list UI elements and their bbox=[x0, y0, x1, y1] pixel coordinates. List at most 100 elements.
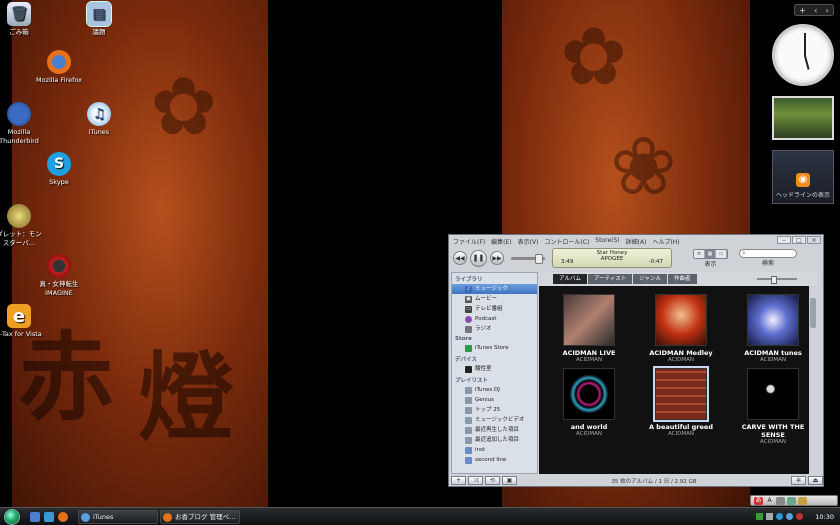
shuffle-button[interactable]: ⤨ bbox=[468, 476, 483, 485]
playlist-music-videos[interactable]: ミュージックビデオ bbox=[452, 415, 537, 425]
list-view-button[interactable]: ≡ bbox=[694, 249, 705, 258]
pause-button[interactable]: ❚❚ bbox=[470, 249, 487, 267]
volume-slider[interactable] bbox=[511, 253, 545, 264]
view-label: 表示 bbox=[704, 260, 717, 268]
desktop-icon-skype[interactable]: S Skype bbox=[34, 152, 84, 187]
source-podcast[interactable]: Podcast bbox=[452, 314, 537, 324]
next-gadget-icon[interactable]: › bbox=[826, 6, 829, 15]
desktop-icon-thunderbird[interactable]: Mozilla Thunderbird bbox=[0, 102, 44, 146]
menu-advanced[interactable]: 詳細(A) bbox=[626, 237, 647, 246]
playlist-recently-played[interactable]: 最近再生した項目 bbox=[452, 425, 537, 435]
taskbar-button-browser[interactable]: お香ブログ 管理ペ… bbox=[160, 510, 240, 524]
game-icon bbox=[7, 204, 31, 228]
source-radio[interactable]: ラジオ bbox=[452, 324, 537, 334]
tab-composers[interactable]: 作曲者 bbox=[668, 274, 697, 284]
menu-store[interactable]: Store(S) bbox=[595, 237, 619, 244]
playlist-top-25[interactable]: トップ 25 bbox=[452, 405, 537, 415]
tab-genres[interactable]: ジャンル bbox=[633, 274, 668, 284]
menu-view[interactable]: 表示(V) bbox=[518, 237, 539, 246]
taskbar-button-itunes[interactable]: iTunes bbox=[78, 510, 158, 524]
ime-icon[interactable]: あ bbox=[754, 496, 763, 505]
search-input[interactable] bbox=[739, 249, 797, 258]
sidebar-controls[interactable]: + ‹ › bbox=[794, 4, 834, 16]
rss-icon: ◉ bbox=[796, 173, 810, 187]
desktop-icon-recycle-bin[interactable]: 🗑 ごみ箱 bbox=[0, 2, 44, 37]
security-tray-icon[interactable] bbox=[796, 513, 803, 520]
album-item[interactable]: ACIDMAN tunes ACIDMAN bbox=[733, 294, 813, 364]
desktop-icon-game[interactable]: ダレット：モンスターバ… bbox=[0, 204, 44, 248]
album-item[interactable]: CARVE WITH THE SENSE ACIDMAN bbox=[733, 368, 813, 446]
tool-icon[interactable] bbox=[776, 496, 785, 505]
playlist-label: second line bbox=[475, 457, 507, 463]
album-item[interactable]: ACIDMAN Medley ACIDMAN bbox=[641, 294, 721, 364]
album-grid: ACIDMAN LIVE ACIDMAN ACIDMAN Medley ACID… bbox=[539, 286, 817, 446]
show-desktop-icon[interactable] bbox=[30, 512, 40, 522]
thunderbird-icon bbox=[7, 102, 31, 126]
clock-time[interactable]: 10:30 bbox=[815, 513, 834, 521]
artwork-toggle-button[interactable]: ▣ bbox=[502, 476, 517, 485]
volume-icon[interactable] bbox=[766, 513, 773, 520]
menu-controls[interactable]: コントロール(C) bbox=[544, 237, 589, 246]
maximize-button[interactable]: □ bbox=[792, 236, 806, 244]
repeat-button[interactable]: ⟲ bbox=[485, 476, 500, 485]
skype-tray-icon[interactable] bbox=[776, 513, 783, 520]
network-icon[interactable] bbox=[756, 513, 763, 520]
playlist-recently-added[interactable]: 最近追加した項目 bbox=[452, 435, 537, 445]
dictionary-icon[interactable] bbox=[787, 496, 796, 505]
tab-albums[interactable]: アルバム bbox=[553, 274, 587, 284]
feed-headlines-gadget[interactable]: ◉ ヘッドラインの表示 bbox=[772, 150, 834, 204]
source-movies[interactable]: ▣ ムービー bbox=[452, 294, 537, 304]
desktop-icon-label: ダレット：モンスターバ… bbox=[0, 230, 42, 247]
eject-button[interactable]: ⏏ bbox=[808, 476, 823, 485]
source-label: ミュージック bbox=[475, 286, 508, 292]
close-button[interactable]: × bbox=[807, 236, 821, 244]
playlist-second-line[interactable]: second line bbox=[452, 455, 537, 465]
start-button[interactable] bbox=[4, 509, 20, 525]
minimize-button[interactable]: – bbox=[777, 236, 791, 244]
fast-forward-icon: ▶▶ bbox=[492, 254, 502, 262]
playback-controls: ◀◀ ❚❚ ▶▶ Star Honey APOGEE 3:49 -0:47 ≡ … bbox=[449, 246, 823, 270]
coverflow-view-button[interactable]: ▭ bbox=[716, 249, 727, 258]
source-itunes-store[interactable]: iTunes Store bbox=[452, 343, 537, 353]
source-device[interactable]: 酸性室 bbox=[452, 364, 537, 374]
visualizer-button[interactable]: ✲ bbox=[791, 476, 806, 485]
switch-windows-icon[interactable] bbox=[44, 512, 54, 522]
itunes-tray-icon[interactable] bbox=[786, 513, 793, 520]
menu-file[interactable]: ファイル(F) bbox=[453, 237, 485, 246]
menu-help[interactable]: ヘルプ(H) bbox=[652, 237, 679, 246]
firefox-quicklaunch-icon[interactable] bbox=[58, 512, 68, 522]
next-track-button[interactable]: ▶▶ bbox=[490, 251, 504, 265]
album-item[interactable]: A beautiful greed ACIDMAN bbox=[641, 366, 721, 446]
add-playlist-button[interactable]: + bbox=[451, 476, 466, 485]
playlist-itunes-dj[interactable]: iTunes DJ bbox=[452, 385, 537, 395]
slideshow-gadget[interactable] bbox=[772, 96, 834, 140]
playlist-inst[interactable]: inst bbox=[452, 445, 537, 455]
artwork-size-slider[interactable] bbox=[757, 276, 797, 284]
grid-view-button[interactable]: ▦ bbox=[705, 249, 716, 258]
album-item[interactable]: ACIDMAN LIVE ACIDMAN bbox=[549, 294, 629, 364]
input-mode-icon[interactable]: A bbox=[765, 497, 774, 505]
desktop-icon-imagine[interactable]: 真・女神転生IMAGINE bbox=[34, 254, 84, 298]
devices-header: デバイス bbox=[455, 357, 477, 363]
menu-edit[interactable]: 編集(E) bbox=[491, 237, 511, 246]
source-music[interactable]: ♪ ミュージック bbox=[452, 284, 537, 294]
language-bar[interactable]: あ A bbox=[750, 495, 838, 506]
desktop-icon-document[interactable]: ▤ 議題 bbox=[74, 1, 124, 37]
playlist-genius[interactable]: Genius bbox=[452, 395, 537, 405]
album-item[interactable]: and world ACIDMAN bbox=[549, 368, 629, 446]
etax-icon: e bbox=[7, 304, 31, 328]
prev-gadget-icon[interactable]: ‹ bbox=[814, 6, 817, 15]
recycle-bin-icon: 🗑 bbox=[7, 2, 31, 26]
clock-gadget[interactable] bbox=[772, 24, 834, 86]
playlist-label: iTunes DJ bbox=[475, 387, 500, 393]
now-playing-display[interactable]: Star Honey APOGEE 3:49 -0:47 bbox=[552, 248, 672, 268]
add-gadget-icon[interactable]: + bbox=[799, 6, 806, 15]
desktop-icon-itunes[interactable]: ♫ iTunes bbox=[74, 102, 124, 137]
source-tv-shows[interactable]: ▭ テレビ番組 bbox=[452, 304, 537, 314]
desktop-icon-etax[interactable]: e e-Tax for Vista bbox=[0, 304, 44, 339]
album-scrollbar[interactable] bbox=[809, 286, 817, 474]
tab-artists[interactable]: アーティスト bbox=[587, 274, 633, 284]
help-icon[interactable] bbox=[798, 496, 807, 505]
desktop-icon-firefox[interactable]: Mozilla Firefox bbox=[34, 50, 84, 85]
previous-track-button[interactable]: ◀◀ bbox=[453, 251, 467, 265]
